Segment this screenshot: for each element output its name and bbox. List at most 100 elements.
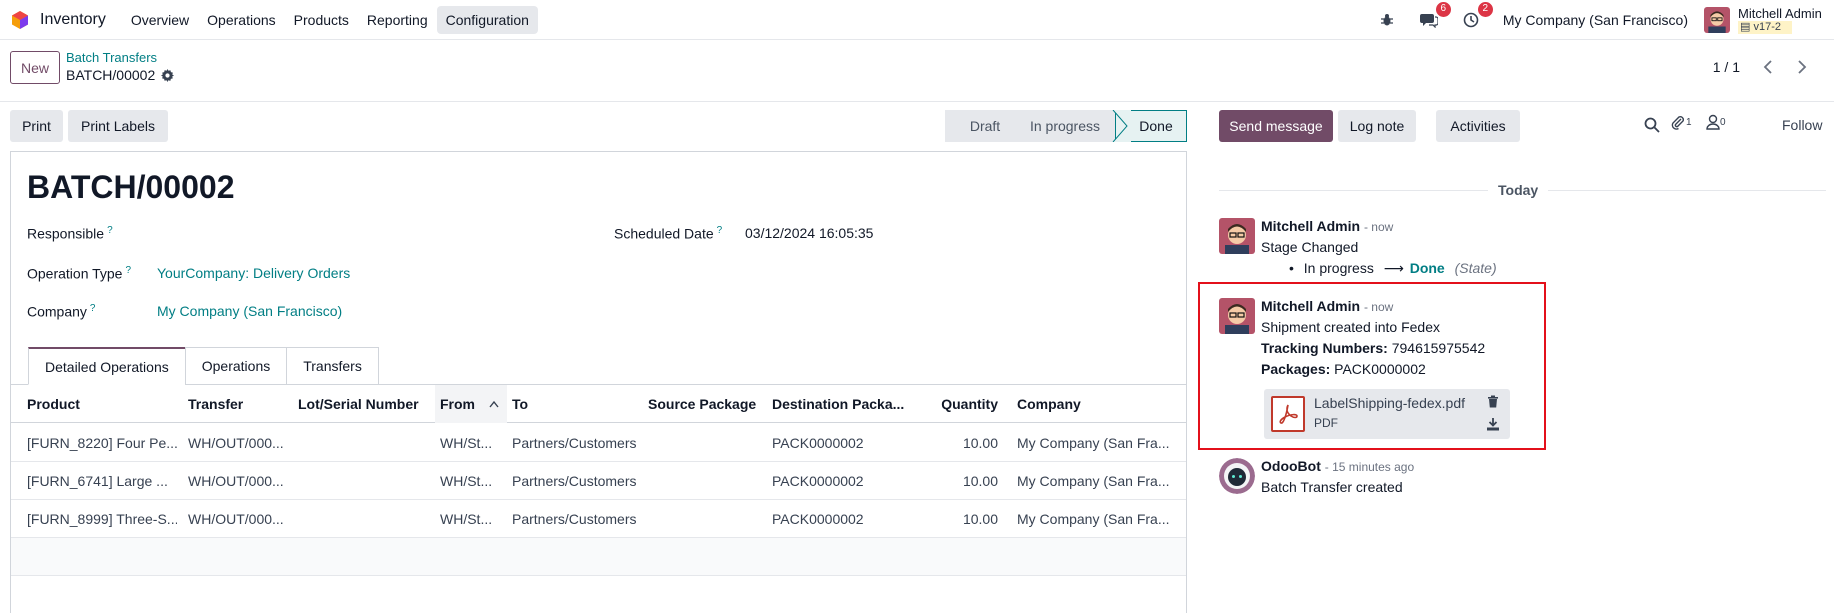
app-name[interactable]: Inventory [40, 11, 106, 29]
pager-value[interactable]: 1 / 1 [1713, 59, 1740, 75]
packages-label: Packages: [1261, 361, 1331, 377]
cell-to: Partners/Customers [512, 511, 637, 527]
cell-company: My Company (San Fra... [1017, 435, 1170, 451]
user-avatar[interactable] [1704, 7, 1730, 33]
cell-destination-package: PACK0000002 [772, 511, 864, 527]
pager-previous-icon[interactable] [1754, 54, 1782, 80]
table-row[interactable]: [FURN_8999] Three-S... WH/OUT/000... WH/… [11, 500, 1186, 538]
cell-to: Partners/Customers [512, 435, 637, 451]
operation-type-label: Operation Type? [27, 265, 131, 282]
search-icon[interactable] [1644, 117, 1660, 133]
chatter-message: Mitchell Admin - now Stage Changed • In … [1219, 218, 1719, 282]
cell-quantity: 10.00 [962, 435, 998, 451]
tracking-numbers-value: 794615975542 [1391, 340, 1486, 356]
company-value[interactable]: My Company (San Francisco) [157, 303, 342, 319]
scheduled-date-label: Scheduled Date? [614, 225, 722, 242]
arrow-right-icon: ⟶ [1383, 260, 1404, 276]
column-lot-serial[interactable]: Lot/Serial Number [298, 385, 438, 423]
cell-lot-serial [298, 424, 428, 462]
menu-products[interactable]: Products [285, 6, 358, 34]
table-row[interactable]: [FURN_6741] Large ... WH/OUT/000... WH/S… [11, 462, 1186, 500]
column-destination-package[interactable]: Destination Packa... [772, 385, 912, 423]
cell-product: [FURN_8999] Three-S... [27, 511, 177, 527]
scheduled-date-value[interactable]: 03/12/2024 16:05:35 [745, 225, 873, 241]
author-name[interactable]: OdooBot [1261, 458, 1321, 474]
message-body: Stage Changed [1261, 239, 1359, 255]
operation-type-value[interactable]: YourCompany: Delivery Orders [157, 265, 350, 281]
user-menu[interactable]: Mitchell Admin ▤ v17-2 [1738, 5, 1828, 34]
message-author: Mitchell Admin - now [1261, 218, 1393, 234]
cell-destination-package: PACK0000002 [772, 435, 864, 451]
print-button[interactable]: Print [10, 110, 63, 142]
activities-clock-icon[interactable]: 2 [1461, 2, 1493, 30]
table-row[interactable]: [FURN_8220] Four Pe... WH/OUT/000... WH/… [11, 424, 1186, 462]
attachments-paperclip-icon[interactable]: 1 [1670, 114, 1692, 130]
menu-reporting[interactable]: Reporting [358, 6, 437, 34]
column-quantity[interactable]: Quantity [916, 385, 998, 423]
cell-lot-serial [298, 462, 428, 500]
menu-configuration[interactable]: Configuration [436, 5, 538, 34]
tab-detailed-operations[interactable]: Detailed Operations [28, 347, 186, 385]
tab-operations[interactable]: Operations [184, 347, 288, 385]
sort-ascending-icon [489, 400, 499, 408]
activities-button[interactable]: Activities [1436, 110, 1520, 142]
print-labels-button[interactable]: Print Labels [68, 110, 168, 142]
column-product[interactable]: Product [27, 385, 177, 423]
new-button[interactable]: New [10, 51, 60, 84]
followers-user-icon[interactable]: 0 [1706, 114, 1726, 130]
stage-draft[interactable]: Draft [945, 110, 1015, 142]
breadcrumb-batch-transfers[interactable]: Batch Transfers [66, 50, 174, 66]
cell-company: My Company (San Fra... [1017, 473, 1170, 489]
inventory-app-icon[interactable] [10, 10, 30, 30]
messages-icon[interactable]: 6 [1419, 2, 1451, 30]
breadcrumb-current-label: BATCH/00002 [66, 67, 156, 83]
responsible-label: Responsible? [27, 225, 113, 242]
odoobot-avatar[interactable] [1219, 458, 1255, 494]
breadcrumb-current-record: BATCH/00002 [66, 66, 175, 84]
pager-next-icon[interactable] [1788, 54, 1816, 80]
help-marker[interactable]: ? [90, 303, 96, 314]
chatter-message: Mitchell Admin - now Shipment created in… [1219, 298, 1539, 388]
follow-button[interactable]: Follow [1782, 117, 1822, 133]
column-transfer[interactable]: Transfer [188, 385, 288, 423]
pager: 1 / 1 [1713, 54, 1816, 80]
menu-overview[interactable]: Overview [122, 6, 198, 34]
tab-transfers[interactable]: Transfers [286, 347, 379, 385]
attachment-card[interactable]: LabelShipping-fedex.pdf PDF [1264, 389, 1510, 439]
help-marker[interactable]: ? [717, 225, 723, 236]
author-avatar[interactable] [1219, 218, 1255, 254]
author-avatar[interactable] [1219, 298, 1255, 334]
help-marker[interactable]: ? [125, 265, 131, 276]
user-name: Mitchell Admin [1738, 5, 1822, 21]
column-from[interactable]: From [435, 385, 507, 423]
author-name[interactable]: Mitchell Admin [1261, 218, 1360, 234]
tracking-numbers-line: Tracking Numbers: 794615975542 [1261, 340, 1485, 356]
column-to[interactable]: To [512, 385, 632, 423]
company-switcher[interactable]: My Company (San Francisco) [1503, 12, 1688, 28]
author-name[interactable]: Mitchell Admin [1261, 298, 1360, 314]
download-icon[interactable] [1486, 417, 1500, 431]
column-company[interactable]: Company [1017, 385, 1167, 423]
cell-source-package [648, 500, 758, 538]
packages-line: Packages: PACK0000002 [1261, 361, 1426, 377]
menu-operations[interactable]: Operations [198, 6, 284, 34]
tracking-new-value: Done [1409, 260, 1445, 276]
log-note-button[interactable]: Log note [1338, 110, 1416, 142]
cell-transfer: WH/OUT/000... [188, 435, 284, 451]
empty-table-row [11, 538, 1186, 576]
send-message-button[interactable]: Send message [1219, 110, 1333, 142]
scheduled-date-label-text: Scheduled Date [614, 225, 714, 242]
stage-in-progress[interactable]: In progress [1015, 110, 1115, 142]
tracking-field-name: (State) [1454, 260, 1497, 276]
trash-icon[interactable] [1486, 394, 1500, 408]
message-date: - now [1363, 220, 1394, 234]
debug-bug-icon[interactable] [1377, 10, 1397, 30]
form-sheet: BATCH/00002 Responsible? Scheduled Date?… [10, 151, 1187, 613]
attachment-filename[interactable]: LabelShipping-fedex.pdf [1314, 395, 1465, 411]
help-marker[interactable]: ? [107, 225, 113, 236]
column-source-package[interactable]: Source Package [648, 385, 758, 423]
cell-product: [FURN_8220] Four Pe... [27, 435, 177, 451]
cell-lot-serial [298, 500, 428, 538]
company-label-text: Company [27, 303, 87, 320]
gear-icon[interactable] [161, 68, 175, 82]
